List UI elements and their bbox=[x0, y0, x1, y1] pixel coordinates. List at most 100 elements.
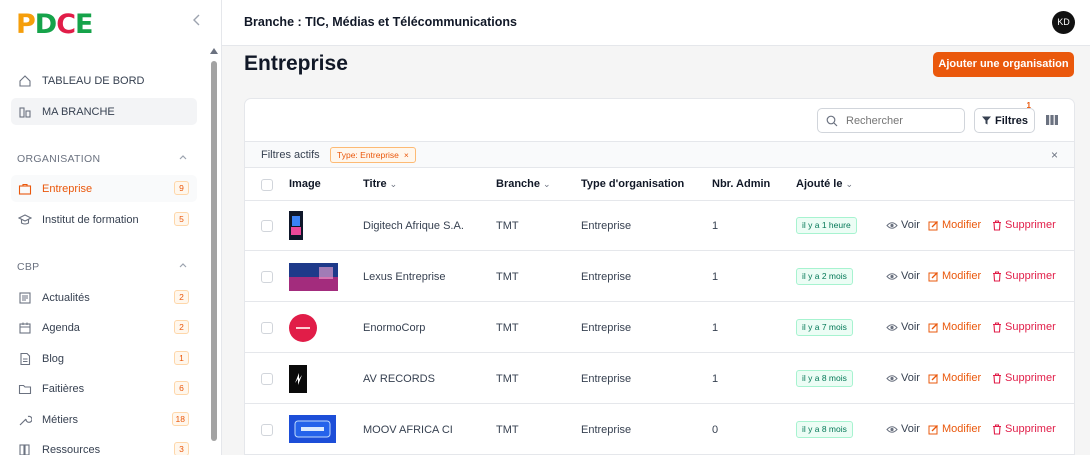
organisation-title: MOOV AFRICA CI bbox=[363, 424, 453, 436]
sidebar-item-blog[interactable]: Blog 1 bbox=[11, 345, 197, 372]
scroll-up-arrow-icon[interactable] bbox=[210, 48, 218, 54]
organisations-card: Filtres 1 Filtres actifs Type: Entrepris… bbox=[244, 98, 1075, 455]
sidebar-item-faitieres[interactable]: Faitières 6 bbox=[11, 375, 197, 402]
row-checkbox[interactable] bbox=[261, 220, 273, 232]
columns-icon bbox=[1046, 115, 1058, 125]
table-row: EnormoCorp TMT Entreprise 1 il y a 7 moi… bbox=[245, 303, 1074, 353]
view-button[interactable]: Voir bbox=[886, 372, 920, 384]
column-header-type: Type d'organisation bbox=[581, 178, 685, 190]
calendar-icon bbox=[17, 320, 33, 336]
column-header-image: Image bbox=[289, 178, 321, 190]
organisation-thumbnail bbox=[289, 263, 338, 291]
organisation-branch: TMT bbox=[496, 373, 519, 385]
user-avatar[interactable]: KD bbox=[1052, 11, 1075, 34]
row-checkbox[interactable] bbox=[261, 424, 273, 436]
edit-button[interactable]: Modifier bbox=[928, 219, 981, 231]
view-button[interactable]: Voir bbox=[886, 270, 920, 282]
eye-icon bbox=[886, 323, 898, 331]
column-header-ajoute-le[interactable]: Ajouté le ⌄ bbox=[796, 178, 853, 190]
sidebar-item-label: Faitières bbox=[42, 382, 85, 395]
active-filter-chip[interactable]: Type: Entreprise × bbox=[330, 147, 416, 163]
folder-icon bbox=[17, 381, 33, 397]
organisation-branch: TMT bbox=[496, 322, 519, 334]
organisation-branch: TMT bbox=[496, 271, 519, 283]
delete-button[interactable]: Supprimer bbox=[992, 372, 1056, 384]
sort-chevron-icon[interactable]: ⌄ bbox=[390, 179, 398, 189]
delete-button[interactable]: Supprimer bbox=[992, 423, 1056, 435]
organisation-thumbnail bbox=[289, 415, 336, 443]
sidebar-item-metiers[interactable]: Métiers 18 bbox=[11, 406, 197, 433]
sidebar-item-label: Entreprise bbox=[42, 182, 93, 195]
view-button[interactable]: Voir bbox=[886, 219, 920, 231]
search-input[interactable] bbox=[846, 114, 956, 127]
select-all-checkbox[interactable] bbox=[261, 179, 273, 191]
sidebar-item-ma-branche[interactable]: MA BRANCHE bbox=[11, 98, 197, 125]
row-checkbox[interactable] bbox=[261, 271, 273, 283]
organisation-type: Entreprise bbox=[581, 271, 632, 283]
filters-count-badge: 1 bbox=[1026, 101, 1031, 110]
branch-title: Branche : TIC, Médias et Télécommunicati… bbox=[244, 15, 517, 29]
pdce-logo[interactable]: PDCE bbox=[16, 8, 94, 40]
sidebar-item-ressources[interactable]: Ressources 3 bbox=[11, 436, 197, 455]
organisation-admin-count: 0 bbox=[712, 424, 719, 436]
organisation-title: AV RECORDS bbox=[363, 373, 435, 385]
scrollbar-thumb[interactable] bbox=[211, 61, 217, 441]
table-row: AV RECORDS TMT Entreprise 1 il y a 8 moi… bbox=[245, 354, 1074, 404]
edit-button[interactable]: Modifier bbox=[928, 372, 981, 384]
edit-icon bbox=[928, 220, 938, 230]
edit-icon bbox=[928, 322, 938, 332]
organisation-branch: TMT bbox=[496, 220, 519, 232]
delete-button[interactable]: Supprimer bbox=[992, 270, 1056, 282]
filters-button[interactable]: Filtres 1 bbox=[974, 101, 1035, 133]
trash-icon bbox=[993, 423, 1001, 435]
sidebar-item-actualites[interactable]: Actualités 2 bbox=[11, 284, 197, 311]
briefcase-icon bbox=[17, 181, 33, 197]
delete-button[interactable]: Supprimer bbox=[992, 219, 1056, 231]
view-button[interactable]: Voir bbox=[886, 423, 920, 435]
view-button[interactable]: Voir bbox=[886, 321, 920, 333]
trash-icon bbox=[993, 372, 1001, 384]
edit-icon bbox=[928, 271, 938, 281]
table-header: Image Titre ⌄ Branche ⌄ Type d'organisatio… bbox=[245, 169, 1074, 201]
edit-button[interactable]: Modifier bbox=[928, 270, 981, 282]
count-badge: 6 bbox=[174, 381, 189, 395]
home-icon bbox=[17, 73, 33, 89]
search-box[interactable] bbox=[817, 108, 965, 133]
chevron-up-icon[interactable] bbox=[178, 152, 188, 162]
search-icon bbox=[826, 115, 838, 126]
sidebar-item-label: Actualités bbox=[42, 291, 90, 304]
trash-icon bbox=[993, 321, 1001, 333]
column-header-titre[interactable]: Titre ⌄ bbox=[363, 178, 397, 190]
eye-icon bbox=[886, 272, 898, 280]
sidebar-item-tableau-de-bord[interactable]: TABLEAU DE BORD bbox=[11, 67, 197, 94]
column-header-branche[interactable]: Branche ⌄ bbox=[496, 178, 551, 190]
chip-close-icon[interactable]: × bbox=[404, 150, 409, 160]
edit-button[interactable]: Modifier bbox=[928, 321, 981, 333]
sort-chevron-icon[interactable]: ⌄ bbox=[543, 179, 551, 189]
organisation-admin-count: 1 bbox=[712, 373, 719, 385]
sidebar-scrollbar[interactable] bbox=[210, 48, 218, 455]
organisation-thumbnail bbox=[289, 211, 303, 240]
added-date-badge: il y a 8 mois bbox=[796, 370, 853, 387]
resources-icon bbox=[17, 442, 33, 455]
sidebar-item-agenda[interactable]: Agenda 2 bbox=[11, 314, 197, 341]
columns-toggle-button[interactable] bbox=[1045, 113, 1059, 127]
sort-chevron-icon[interactable]: ⌄ bbox=[845, 179, 853, 189]
sidebar-item-entreprise[interactable]: Entreprise 9 bbox=[11, 175, 197, 202]
clear-filters-icon[interactable]: × bbox=[1051, 148, 1058, 162]
active-filter-chip-label: Type: Entreprise bbox=[337, 150, 399, 160]
row-checkbox[interactable] bbox=[261, 373, 273, 385]
delete-button[interactable]: Supprimer bbox=[992, 321, 1056, 333]
sidebar-item-institut-de-formation[interactable]: Institut de formation 5 bbox=[11, 206, 197, 233]
add-organisation-button[interactable]: Ajouter une organisation bbox=[933, 52, 1074, 77]
collapse-sidebar-button[interactable] bbox=[188, 13, 206, 31]
edit-button[interactable]: Modifier bbox=[928, 423, 981, 435]
row-checkbox[interactable] bbox=[261, 322, 273, 334]
added-date-badge: il y a 7 mois bbox=[796, 319, 853, 336]
organisation-title: Lexus Entreprise bbox=[363, 271, 446, 283]
active-filters-label: Filtres actifs bbox=[261, 149, 320, 161]
chevron-up-icon[interactable] bbox=[178, 260, 188, 270]
sidebar-item-label: Blog bbox=[42, 352, 65, 365]
edit-icon bbox=[928, 424, 938, 434]
added-date-badge: il y a 8 mois bbox=[796, 421, 853, 438]
